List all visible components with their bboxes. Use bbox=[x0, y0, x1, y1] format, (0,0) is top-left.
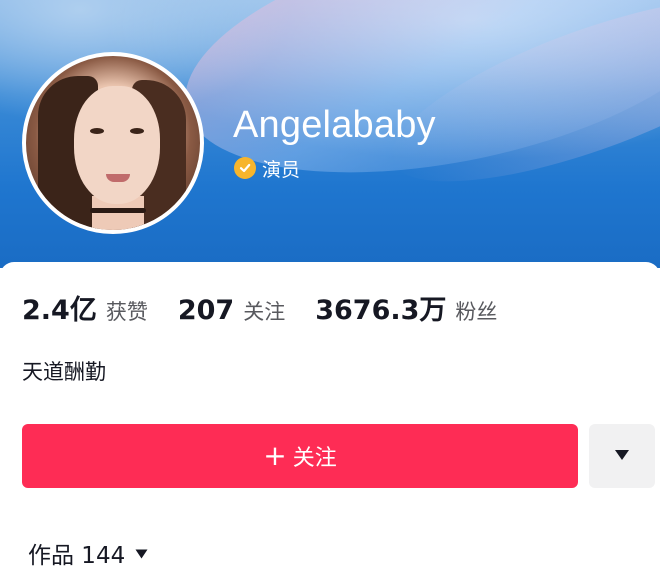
plus-icon: + bbox=[263, 439, 287, 472]
follow-button[interactable]: + 关注 bbox=[22, 424, 578, 488]
avatar-necklace bbox=[90, 208, 146, 213]
more-options-button[interactable] bbox=[589, 424, 655, 488]
verification-label: 演员 bbox=[262, 158, 301, 181]
stat-followers[interactable]: 3676.3万 粉丝 bbox=[315, 288, 497, 327]
stat-value: 2.4亿 bbox=[22, 295, 97, 326]
profile-name: Angelababy bbox=[233, 104, 436, 146]
avatar-eye bbox=[90, 128, 104, 134]
stat-following[interactable]: 207 关注 bbox=[178, 295, 285, 326]
verification: 演员 bbox=[234, 156, 301, 181]
stat-label: 关注 bbox=[243, 300, 286, 324]
profile-stats: 2.4亿 获赞 207 关注 3676.3万 粉丝 bbox=[22, 288, 527, 327]
avatar-eye bbox=[130, 128, 144, 134]
tab-works[interactable]: 作品 144 bbox=[28, 536, 148, 570]
stat-label: 获赞 bbox=[105, 300, 148, 324]
follow-label: 关注 bbox=[292, 446, 337, 471]
stat-value: 3676.3万 bbox=[315, 295, 447, 326]
triangle-down-icon bbox=[135, 544, 148, 563]
triangle-down-icon bbox=[614, 449, 630, 464]
stat-likes: 2.4亿 获赞 bbox=[22, 288, 148, 327]
tab-works-label: 作品 144 bbox=[28, 543, 126, 569]
profile-bio: 天道酬勤 bbox=[22, 360, 106, 384]
stat-label: 粉丝 bbox=[455, 300, 498, 324]
avatar-face bbox=[74, 86, 160, 204]
verified-check-icon bbox=[234, 157, 256, 179]
stat-value: 207 bbox=[177, 295, 235, 326]
avatar[interactable] bbox=[22, 52, 204, 234]
